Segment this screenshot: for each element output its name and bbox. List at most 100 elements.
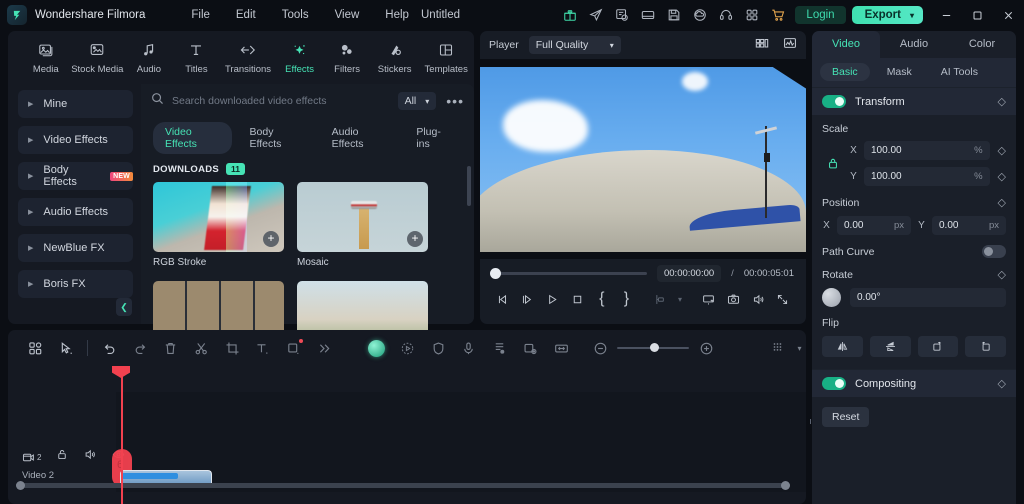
subtab-mask[interactable]: Mask <box>875 63 924 81</box>
category-newblue-fx[interactable]: ▶ NewBlue FX <box>18 234 133 262</box>
mode-tab-effects[interactable]: Effects <box>276 41 324 75</box>
play-icon[interactable] <box>540 289 565 309</box>
green-screen-icon[interactable] <box>515 335 546 361</box>
mode-tab-transitions[interactable]: Transitions <box>220 41 276 75</box>
split-view-icon[interactable] <box>755 36 769 55</box>
next-frame-icon[interactable] <box>516 289 541 309</box>
window-close-button[interactable] <box>993 0 1024 30</box>
quality-select[interactable]: Full Quality ▾ <box>528 36 621 54</box>
subtab-basic[interactable]: Basic <box>820 63 870 81</box>
transform-toggle[interactable] <box>822 95 846 108</box>
subtab-plugins[interactable]: Plug-ins <box>404 122 462 154</box>
login-button[interactable]: Login <box>795 6 846 24</box>
ai-ball-icon[interactable] <box>362 335 393 361</box>
collapse-sidebar-button[interactable]: ❮ <box>116 298 132 316</box>
scrollbar-handle-left[interactable] <box>16 481 25 490</box>
chevron-down-icon[interactable]: ▾ <box>793 335 806 361</box>
reset-button[interactable]: Reset <box>822 407 870 427</box>
keyframe-diamond-icon[interactable]: ◇ <box>998 170 1006 183</box>
mode-tab-templates[interactable]: Templates <box>418 41 474 75</box>
text-icon[interactable] <box>248 335 279 361</box>
tasklist-icon[interactable] <box>609 0 635 30</box>
track-video-icon[interactable]: 2 <box>22 451 41 464</box>
rotate-right-icon[interactable] <box>917 336 959 357</box>
subtab-audio-effects[interactable]: Audio Effects <box>320 122 399 154</box>
scrollbar-handle-right[interactable] <box>781 481 790 490</box>
subtab-video-effects[interactable]: Video Effects <box>153 122 232 154</box>
position-y-input[interactable]: 0.00 px <box>932 216 1006 235</box>
save-icon[interactable] <box>661 0 687 30</box>
mute-icon[interactable] <box>84 448 97 466</box>
effects-scrollbar[interactable] <box>467 166 471 206</box>
headset-icon[interactable] <box>713 0 739 30</box>
screen-icon[interactable] <box>635 0 661 30</box>
effect-thumbnail[interactable]: + <box>297 182 428 252</box>
scale-y-input[interactable]: 100.00 % <box>864 167 990 186</box>
category-audio-effects[interactable]: ▶ Audio Effects <box>18 198 133 226</box>
mode-tab-media[interactable]: Media <box>22 41 70 75</box>
subtab-ai-tools[interactable]: AI Tools <box>929 63 990 81</box>
video-stage[interactable] <box>480 59 806 259</box>
keyframe-diamond-icon[interactable]: ◇ <box>998 377 1006 390</box>
rotate-dial[interactable] <box>822 288 841 307</box>
mode-tab-stock-media[interactable]: Stock Media <box>70 41 126 75</box>
fullscreen-icon[interactable] <box>770 289 795 309</box>
filter-select-all[interactable]: All ▾ <box>397 92 437 110</box>
cast-icon[interactable] <box>697 289 722 309</box>
scope-icon[interactable] <box>783 36 797 55</box>
flip-horizontal-icon[interactable] <box>822 336 863 357</box>
select-tool-icon[interactable] <box>51 335 82 361</box>
category-boris-fx[interactable]: ▶ Boris FX <box>18 270 133 298</box>
split-scissors-icon[interactable] <box>186 335 217 361</box>
current-timecode[interactable]: 00:00:00:00 <box>656 265 722 282</box>
effect-thumbnail[interactable]: + <box>153 182 284 252</box>
add-effect-icon[interactable]: + <box>263 231 279 247</box>
mic-record-icon[interactable] <box>454 335 485 361</box>
scale-x-input[interactable]: 100.00 % <box>864 141 990 160</box>
gift-icon[interactable] <box>557 0 583 30</box>
category-video-effects[interactable]: ▶ Video Effects <box>18 126 133 154</box>
fit-width-icon[interactable] <box>546 335 577 361</box>
keyframe-diamond-icon[interactable]: ◇ <box>998 196 1006 209</box>
zoom-in-icon[interactable] <box>696 335 716 361</box>
undo-icon[interactable] <box>94 335 125 361</box>
menu-help[interactable]: Help <box>372 9 422 21</box>
tab-color[interactable]: Color <box>948 31 1016 58</box>
effect-card[interactable]: + Mosaic <box>297 182 428 268</box>
mask-shape-icon[interactable] <box>278 335 309 361</box>
category-body-effects[interactable]: ▶ Body Effects NEW <box>18 162 133 190</box>
keyframe-diamond-icon[interactable]: ◇ <box>998 95 1006 108</box>
timeline-playhead[interactable] <box>112 366 130 504</box>
window-maximize-button[interactable] <box>962 0 993 30</box>
markers-icon[interactable] <box>484 335 515 361</box>
prev-frame-icon[interactable] <box>491 289 516 309</box>
export-button[interactable]: Export ▾ <box>851 6 923 24</box>
keyframe-diamond-icon[interactable]: ◇ <box>998 268 1006 281</box>
more-chevron-icon[interactable] <box>309 335 340 361</box>
cloud-icon[interactable] <box>687 0 713 30</box>
path-curve-toggle[interactable] <box>982 245 1006 258</box>
mark-out-icon[interactable]: } <box>614 289 639 309</box>
menu-edit[interactable]: Edit <box>223 9 269 21</box>
menu-view[interactable]: View <box>322 9 373 21</box>
layout-grid-icon[interactable] <box>762 335 793 361</box>
delete-icon[interactable] <box>156 335 187 361</box>
timeline-horizontal-scrollbar[interactable] <box>16 481 790 490</box>
category-mine[interactable]: ▶ Mine <box>18 90 133 118</box>
send-icon[interactable] <box>583 0 609 30</box>
scale-lock-icon[interactable] <box>822 157 844 170</box>
mode-tab-filters[interactable]: Filters <box>323 41 371 75</box>
render-dropdown-icon[interactable]: ▾ <box>672 289 687 309</box>
menu-tools[interactable]: Tools <box>269 9 322 21</box>
stop-icon[interactable] <box>565 289 590 309</box>
redo-icon[interactable] <box>125 335 156 361</box>
mark-in-icon[interactable]: { <box>590 289 615 309</box>
compositing-toggle[interactable] <box>822 377 846 390</box>
effect-card[interactable]: + RGB Stroke <box>153 182 284 268</box>
cart-icon[interactable] <box>765 0 791 30</box>
scrollbar-track[interactable] <box>16 483 790 488</box>
lock-icon[interactable] <box>56 448 69 466</box>
snapshot-icon[interactable] <box>721 289 746 309</box>
scrub-handle[interactable] <box>490 268 501 279</box>
crop-icon[interactable] <box>217 335 248 361</box>
